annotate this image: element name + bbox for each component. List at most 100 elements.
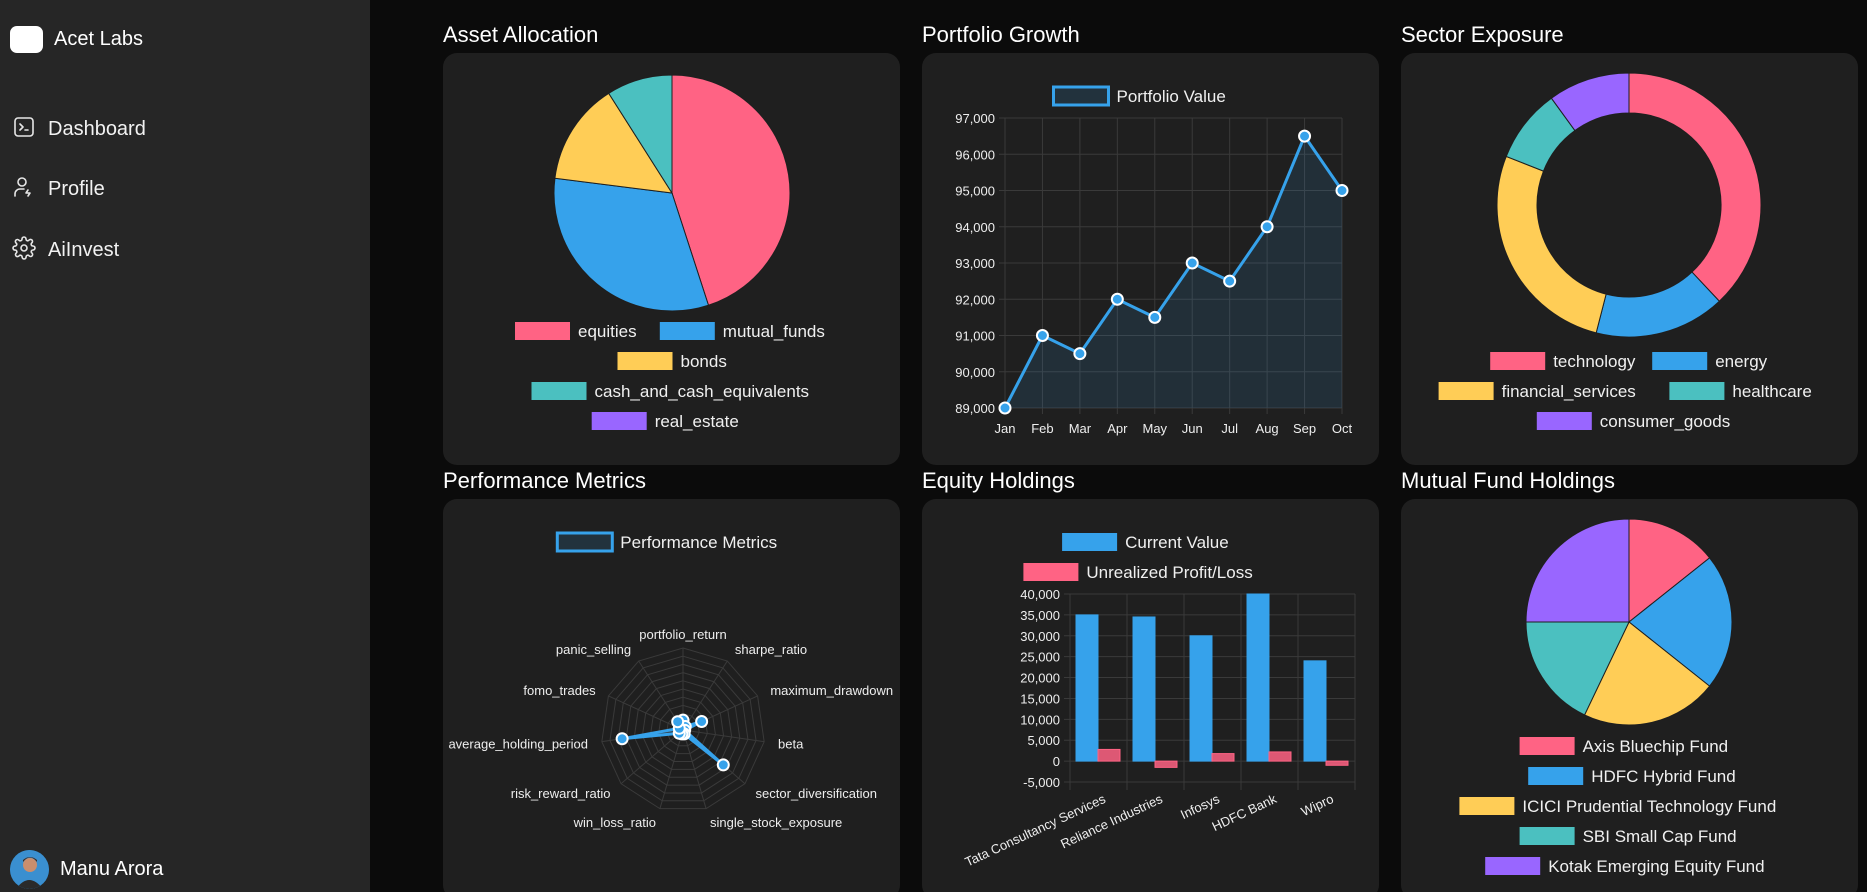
performance-point-sector-diversification (716, 758, 730, 772)
user-profile[interactable]: Manu Arora (10, 850, 163, 889)
growth-xtick-oct: Oct (1332, 421, 1353, 436)
allocation-legend-swatch-equities (515, 322, 570, 340)
card-title-mutual: Mutual Fund Holdings (1401, 468, 1616, 493)
card-title-sector: Sector Exposure (1401, 22, 1564, 47)
equity-legend-swatch-unrealized-profit-loss (1023, 563, 1079, 581)
equity-legend-label-current-value: Current Value (1125, 533, 1229, 552)
growth-xtick-may: May (1142, 421, 1167, 436)
growth-ytick-label: 92,000 (955, 292, 995, 307)
growth-xtick-aug: Aug (1256, 421, 1279, 436)
card-title-performance: Performance Metrics (443, 468, 646, 493)
performance-axis-label-panic-selling: panic_selling (556, 642, 631, 657)
asset-allocation-chart: equities mutual_fundsbonds cash_and_cash_e… (515, 74, 825, 431)
equity-ytick-label: 0 (1053, 754, 1060, 769)
performance-legend-swatch-performance-metrics (555, 531, 614, 553)
equity-ytick-label: 15,000 (1020, 691, 1060, 706)
growth-point-may (1148, 310, 1162, 324)
allocation-legend-label-bonds: bonds (681, 352, 727, 371)
sidebar-item-aiinvest[interactable]: AiInvest (12, 236, 119, 265)
performance-axis-label-fomo-trades: fomo_trades (523, 683, 596, 698)
avatar (10, 850, 49, 889)
allocation-legend-label-equities: equities (578, 322, 637, 341)
growth-xtick-jun: Jun (1182, 421, 1203, 436)
growth-point-feb (1035, 329, 1049, 342)
card-sector-exposure: technology energy financial_services health… (1401, 53, 1858, 465)
growth-point-sep (1298, 129, 1312, 143)
equity-bar-unrealized-profit-loss-tata-consultancy-services (1097, 748, 1121, 762)
card-performance-metrics: portfolio_return sharpe_ratio maximum_draw… (443, 499, 900, 892)
mutual-legend-swatch-icici-prudential-technology-fund (1459, 797, 1515, 815)
equity-bar-current-value-hdfc-bank (1246, 593, 1270, 762)
mutual-legend-swatch-axis-bluechip-fund (1519, 737, 1575, 755)
allocation-legend-label-real-estate: real_estate (655, 412, 739, 431)
user-name: Manu Arora (60, 858, 164, 880)
sector-legend-label-healthcare: healthcare (1732, 382, 1811, 401)
mutual-legend-label-kotak-emerging-equity-fund: Kotak Emerging Equity Fund (1548, 857, 1764, 876)
card-title-equity: Equity Holdings (922, 468, 1075, 493)
equity-bar-current-value-wipro (1303, 660, 1327, 762)
allocation-legend-swatch-mutual-funds (659, 322, 715, 340)
sidebar-item-profile[interactable]: Profile (12, 175, 105, 204)
sector-legend-swatch-energy (1652, 352, 1708, 370)
equity-bar-current-value-infosys (1189, 635, 1213, 762)
growth-ytick-label: 93,000 (955, 256, 995, 271)
sector-legend-label-consumer-goods: consumer_goods (1600, 412, 1730, 431)
portfolio-growth-chart: 89,000 90,000 91,000 92,000 93,000 94,000 95,0… (955, 85, 1353, 436)
performance-point-maximum-drawdown (695, 714, 709, 728)
growth-ytick-label: 97,000 (955, 111, 995, 126)
card-equity-holdings: -5,000 0 5,000 10,000 15,000 20,000 25,000 30,0… (922, 499, 1379, 892)
performance-point-panic-selling (671, 715, 685, 729)
sidebar-item-dashboard[interactable]: Dashboard (12, 115, 146, 144)
card-mutual-fund-holdings: Axis Bluechip Fund HDFC Hybrid Fund ICICI … (1401, 499, 1858, 892)
growth-point-oct (1335, 184, 1349, 197)
mutual-legend-swatch-sbi-small-cap-fund (1519, 827, 1575, 845)
sector-slice-technology (1628, 72, 1762, 302)
mutual-legend-swatch-hdfc-hybrid-fund (1528, 767, 1584, 785)
performance-axis-label-win-loss-ratio: win_loss_ratio (573, 815, 656, 830)
growth-point-jun (1185, 256, 1199, 270)
brand[interactable]: Acet Labs (10, 26, 143, 53)
allocation-legend-label-mutual-funds: mutual_funds (723, 322, 825, 341)
equity-ytick-label: 40,000 (1020, 587, 1060, 602)
growth-point-mar (1073, 347, 1087, 361)
growth-xtick-jul: Jul (1221, 421, 1238, 436)
growth-point-jul (1223, 274, 1237, 288)
growth-ytick-label: 89,000 (955, 401, 995, 416)
sidebar-item-label: AiInvest (48, 239, 120, 261)
sector-slice-financial-services (1496, 155, 1607, 334)
sector-legend-label-energy: energy (1715, 352, 1767, 371)
equity-ytick-label: 30,000 (1020, 629, 1060, 644)
sector-legend-swatch-healthcare (1669, 382, 1725, 400)
mutual-legend-label-hdfc-hybrid-fund: HDFC Hybrid Fund (1591, 767, 1736, 786)
equity-ytick-label: 20,000 (1020, 671, 1060, 686)
growth-legend-label-portfolio-value: Portfolio Value (1117, 87, 1226, 106)
equity-ytick-label: 5,000 (1027, 733, 1060, 748)
performance-axis-label-maximum-drawdown: maximum_drawdown (770, 683, 893, 698)
performance-metrics-chart: portfolio_return sharpe_ratio maximum_draw… (448, 531, 893, 830)
mutual-legend-swatch-kotak-emerging-equity-fund (1485, 857, 1541, 875)
brand-name: Acet Labs (54, 28, 143, 50)
equity-legend-swatch-current-value (1062, 533, 1118, 551)
allocation-legend-swatch-cash-and-cash-equivalents (531, 382, 587, 400)
performance-axis-label-sharpe-ratio: sharpe_ratio (735, 642, 807, 657)
equity-bar-current-value-tata-consultancy-services (1075, 614, 1099, 762)
sector-legend-swatch-financial-services (1438, 382, 1494, 400)
card-portfolio-growth: 89,000 90,000 91,000 92,000 93,000 94,000 95,0… (922, 53, 1379, 465)
performance-point-average-holding-period (615, 732, 629, 746)
performance-axis-label-portfolio-return: portfolio_return (639, 627, 726, 642)
equity-ytick-label: 25,000 (1020, 650, 1060, 665)
card-asset-allocation: equities mutual_funds bonds cash_and_cash_e… (443, 53, 900, 465)
growth-point-jan (998, 401, 1012, 415)
equity-legend-label-unrealized-profit-loss: Unrealized Profit/Loss (1086, 563, 1252, 582)
equity-holdings-chart: -5,000 0 5,000 10,000 15,000 20,000 25,000 30,0… (963, 533, 1356, 869)
performance-axis-label-sector-diversification: sector_diversification (756, 786, 877, 801)
growth-xtick-sep: Sep (1293, 421, 1316, 436)
growth-xtick-feb: Feb (1031, 421, 1053, 436)
mutual-legend-label-sbi-small-cap-fund: SBI Small Cap Fund (1583, 827, 1737, 846)
growth-legend-swatch-portfolio-value (1052, 85, 1110, 107)
sector-legend-swatch-technology (1490, 352, 1546, 370)
equity-bar-unrealized-profit-loss-hdfc-bank (1268, 751, 1292, 762)
terminal-icon (12, 115, 36, 144)
sidebar-item-label: Profile (48, 178, 105, 200)
gear-icon (12, 236, 36, 265)
